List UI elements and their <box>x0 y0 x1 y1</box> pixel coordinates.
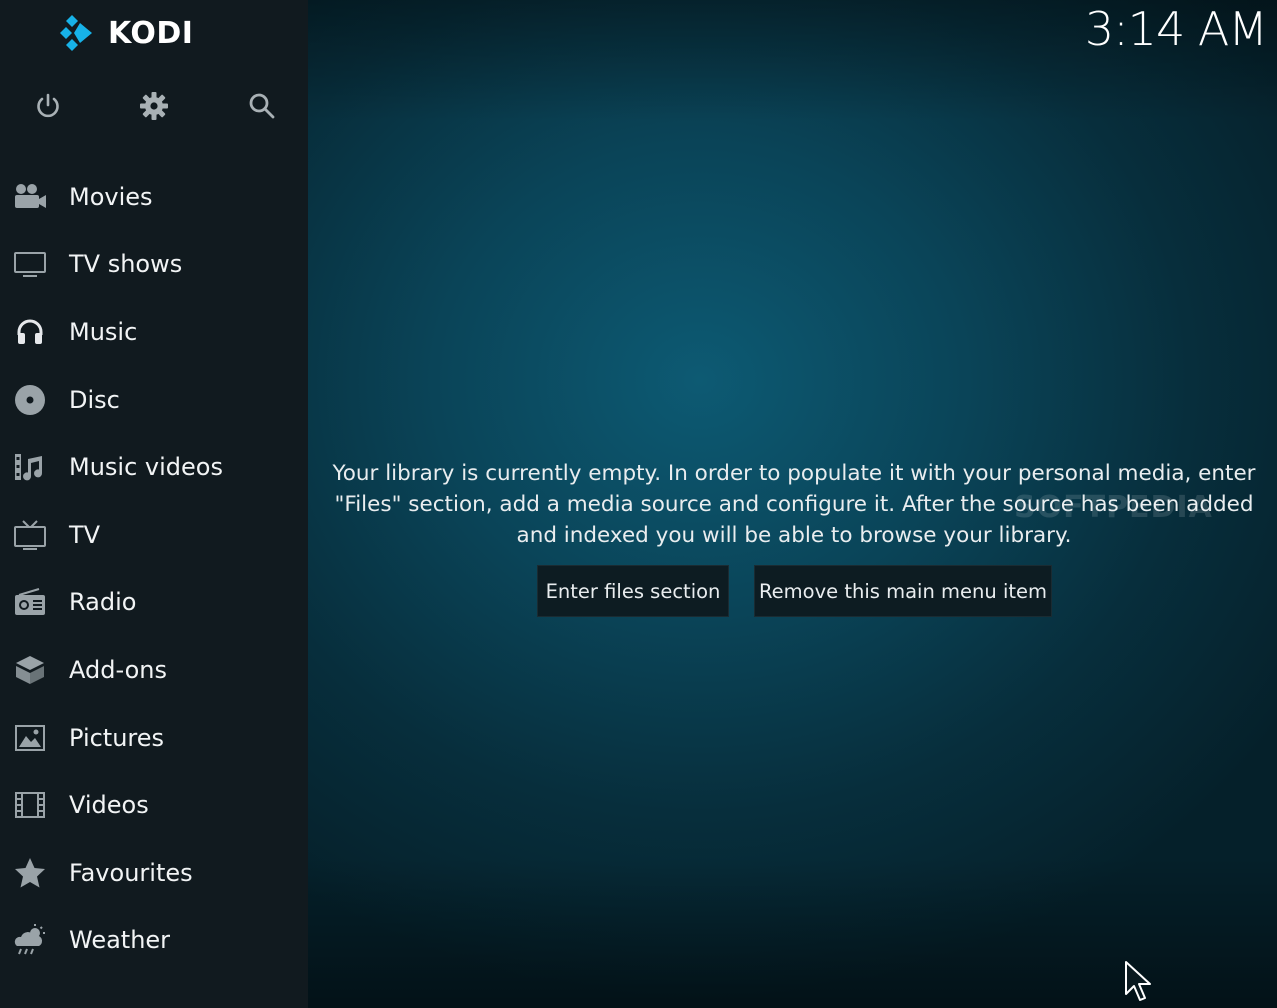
sidebar: KODI Movies TV shows Music Disc Music vi… <box>0 0 308 1008</box>
menu-label: Music <box>69 317 138 346</box>
menu-label: Weather <box>69 926 171 955</box>
enter-files-section-button[interactable]: Enter files section <box>537 565 729 617</box>
menu-item-favourites[interactable]: Favourites <box>0 839 308 907</box>
menu-label: Disc <box>69 385 120 414</box>
star-icon <box>12 855 48 891</box>
menu-item-movies[interactable]: Movies <box>0 163 308 231</box>
menu-item-addons[interactable]: Add-ons <box>0 636 308 704</box>
power-icon[interactable] <box>28 86 68 126</box>
tv-icon <box>12 517 48 553</box>
mouse-cursor-icon <box>1125 961 1151 1001</box>
tv-shows-icon <box>12 246 48 282</box>
logo-text: KODI <box>108 15 194 51</box>
menu-label: Music videos <box>69 453 223 482</box>
softpedia-watermark: SOFTPEDIA <box>1014 490 1213 525</box>
top-icon-bar <box>0 86 308 126</box>
menu-item-disc[interactable]: Disc <box>0 366 308 434</box>
radio-icon <box>12 584 48 620</box>
menu-item-radio[interactable]: Radio <box>0 569 308 637</box>
menu-item-pictures[interactable]: Pictures <box>0 704 308 772</box>
menu-label: TV shows <box>69 250 183 279</box>
menu-label: Pictures <box>69 723 165 752</box>
menu-label: Radio <box>69 588 137 617</box>
message-line: Your library is currently empty. In orde… <box>332 461 1256 486</box>
kodi-logo-icon <box>60 15 92 51</box>
addons-icon <box>12 652 48 688</box>
menu-label: Movies <box>69 182 153 211</box>
menu-label: Add-ons <box>69 655 167 684</box>
headphones-icon <box>12 314 48 350</box>
weather-icon <box>12 922 48 958</box>
search-icon[interactable] <box>242 86 282 126</box>
remove-menu-item-button[interactable]: Remove this main menu item <box>754 565 1052 617</box>
menu-label: TV <box>69 520 101 549</box>
menu-item-music[interactable]: Music <box>0 298 308 366</box>
videos-icon <box>12 787 48 823</box>
menu-item-tv[interactable]: TV <box>0 501 308 569</box>
menu-item-tv-shows[interactable]: TV shows <box>0 231 308 299</box>
menu-item-music-videos[interactable]: Music videos <box>0 433 308 501</box>
settings-icon[interactable] <box>134 86 174 126</box>
kodi-logo[interactable]: KODI <box>58 12 193 54</box>
movies-icon <box>12 179 48 215</box>
music-videos-icon <box>12 449 48 485</box>
main-menu: Movies TV shows Music Disc Music videos … <box>0 163 308 974</box>
menu-label: Favourites <box>69 858 193 887</box>
pictures-icon <box>12 720 48 756</box>
menu-item-weather[interactable]: Weather <box>0 907 308 975</box>
menu-label: Videos <box>69 791 149 820</box>
clock: 3:14 AM <box>1084 2 1268 56</box>
disc-icon <box>12 382 48 418</box>
menu-item-videos[interactable]: Videos <box>0 771 308 839</box>
